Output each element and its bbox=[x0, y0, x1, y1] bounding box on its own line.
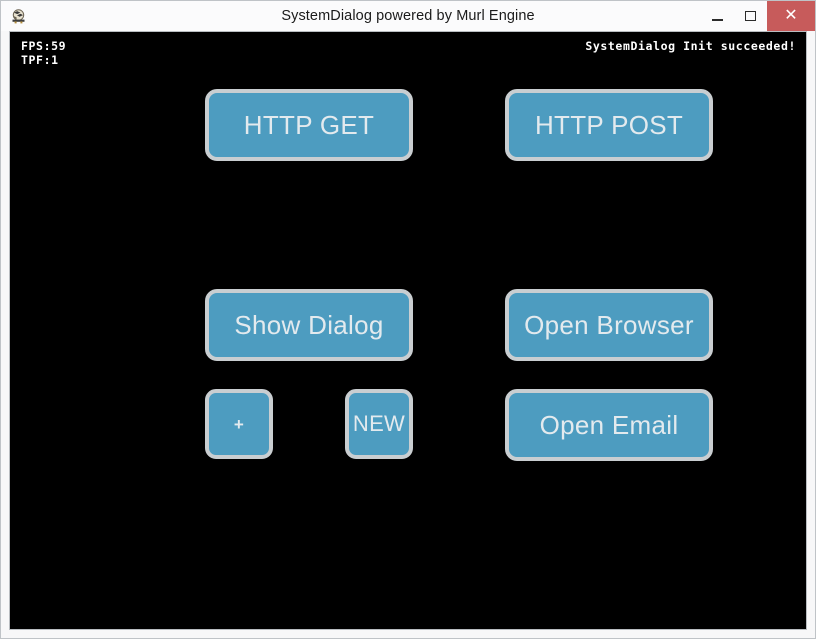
show-dialog-button[interactable]: Show Dialog bbox=[205, 289, 413, 361]
open-browser-button[interactable]: Open Browser bbox=[505, 289, 713, 361]
render-canvas[interactable]: FPS:59 TPF:1 SystemDialog Init succeeded!… bbox=[9, 31, 807, 630]
plus-button[interactable]: + bbox=[205, 389, 273, 459]
minimize-button[interactable] bbox=[701, 1, 734, 31]
open-browser-button-label: Open Browser bbox=[524, 310, 694, 340]
open-email-button-label: Open Email bbox=[539, 410, 679, 440]
http-post-button-label: HTTP POST bbox=[534, 110, 684, 140]
maximize-icon bbox=[745, 11, 756, 21]
http-get-button-label: HTTP GET bbox=[243, 110, 375, 140]
http-get-button[interactable]: HTTP GET bbox=[205, 89, 413, 161]
close-button[interactable]: ✕ bbox=[767, 1, 815, 31]
http-post-button[interactable]: HTTP POST bbox=[505, 89, 713, 161]
close-icon: ✕ bbox=[784, 7, 798, 24]
open-email-button[interactable]: Open Email bbox=[505, 389, 713, 461]
window-controls: ✕ bbox=[701, 1, 815, 31]
plus-button-label: + bbox=[233, 414, 245, 434]
client-area: FPS:59 TPF:1 SystemDialog Init succeeded!… bbox=[1, 31, 815, 638]
app-icon bbox=[10, 8, 27, 25]
new-button[interactable]: NEW bbox=[345, 389, 413, 459]
title-bar[interactable]: SystemDialog powered by Murl Engine ✕ bbox=[1, 1, 815, 31]
show-dialog-button-label: Show Dialog bbox=[234, 310, 384, 340]
maximize-button[interactable] bbox=[734, 1, 767, 31]
minimize-icon bbox=[712, 18, 723, 21]
fps-counter: FPS:59 TPF:1 bbox=[21, 39, 66, 67]
fps-value: FPS:59 bbox=[21, 39, 67, 53]
tpf-value: TPF:1 bbox=[21, 53, 59, 67]
new-button-label: NEW bbox=[352, 411, 406, 436]
status-message: SystemDialog Init succeeded! bbox=[585, 39, 796, 53]
window-title: SystemDialog powered by Murl Engine bbox=[281, 8, 535, 24]
application-window: SystemDialog powered by Murl Engine ✕ FP… bbox=[0, 0, 816, 639]
